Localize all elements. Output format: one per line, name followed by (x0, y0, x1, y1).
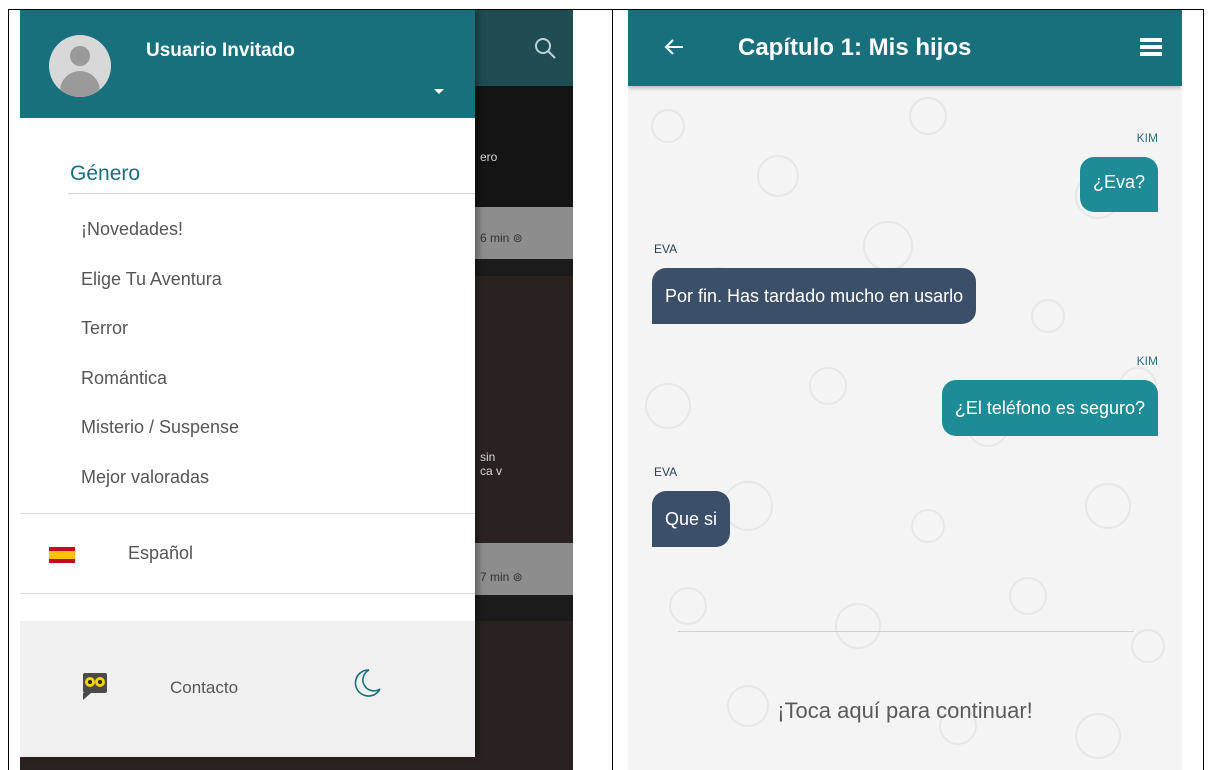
background-duration: 6 min ⊚ (480, 231, 523, 245)
arrow-left-icon[interactable] (664, 38, 684, 56)
caret-down-icon[interactable] (434, 89, 444, 94)
message-bubble-outgoing: ¿Eva? (1079, 157, 1158, 212)
chapter-app-bar: Capítulo 1: Mis hijos (628, 10, 1182, 86)
genre-item-novedades[interactable]: ¡Novedades! (81, 218, 239, 268)
genre-item-terror[interactable]: Terror (81, 317, 239, 367)
spain-flag-icon[interactable] (49, 547, 75, 563)
message-sender: KIM (1136, 131, 1158, 145)
chapter-title: Capítulo 1: Mis hijos (738, 34, 972, 61)
frame-line-right (1203, 10, 1204, 770)
language-divider-bottom (20, 593, 475, 594)
genre-divider (68, 193, 475, 194)
chat-story-screen: Capítulo 1: Mis hijos KIM ¿Eva? EVA Por … (628, 10, 1182, 770)
background-duration: 7 min ⊚ (480, 570, 523, 584)
contact-link[interactable]: Contacto (170, 678, 238, 698)
chat-divider (678, 631, 1134, 632)
drawer-footer: Contacto (20, 621, 475, 757)
genre-item-romantica[interactable]: Romántica (81, 367, 239, 417)
user-name: Usuario Invitado (146, 40, 295, 61)
flag-stripe-middle (49, 551, 75, 559)
genre-section-title: Género (70, 162, 141, 185)
message-sender: EVA (654, 242, 678, 256)
message-bubble-incoming: Por fin. Has tardado mucho en usarlo (652, 268, 977, 324)
genre-item-mejor-valoradas[interactable]: Mejor valoradas (81, 466, 239, 516)
continue-button[interactable]: ¡Toca aquí para continuar! (628, 698, 1182, 724)
genre-item-elige-tu-aventura[interactable]: Elige Tu Aventura (81, 268, 239, 318)
message-bubble-outgoing: ¿El teléfono es seguro? (941, 380, 1158, 436)
message-bubble-incoming: Que si (652, 491, 731, 547)
message-sender: EVA (654, 465, 678, 479)
frame-line-middle (612, 10, 613, 770)
background-card-text: sin ca v (480, 450, 503, 478)
background-card-text: ero (480, 150, 498, 164)
navigation-drawer: Usuario Invitado Género ¡Novedades! Elig… (20, 10, 475, 757)
language-divider-top (20, 513, 475, 514)
flag-stripe-bottom (49, 559, 75, 563)
owl-icon[interactable] (81, 671, 109, 701)
user-avatar-icon[interactable] (49, 35, 111, 97)
avatar-body (60, 71, 100, 97)
avatar-head (70, 46, 90, 66)
drawer-header[interactable]: Usuario Invitado (20, 10, 475, 118)
moon-icon[interactable] (351, 667, 383, 699)
frame-line-left (8, 10, 9, 770)
language-selector[interactable]: Español (128, 543, 193, 564)
navigation-drawer-screen: ero 6 min ⊚ sin ca v 7 min ⊚ Usuario Inv… (20, 10, 573, 770)
list-icon[interactable] (1140, 38, 1162, 56)
search-icon[interactable] (533, 36, 557, 60)
genre-item-misterio-suspense[interactable]: Misterio / Suspense (81, 416, 239, 466)
genre-list: ¡Novedades! Elige Tu Aventura Terror Rom… (81, 218, 239, 515)
message-sender: KIM (1136, 354, 1158, 368)
